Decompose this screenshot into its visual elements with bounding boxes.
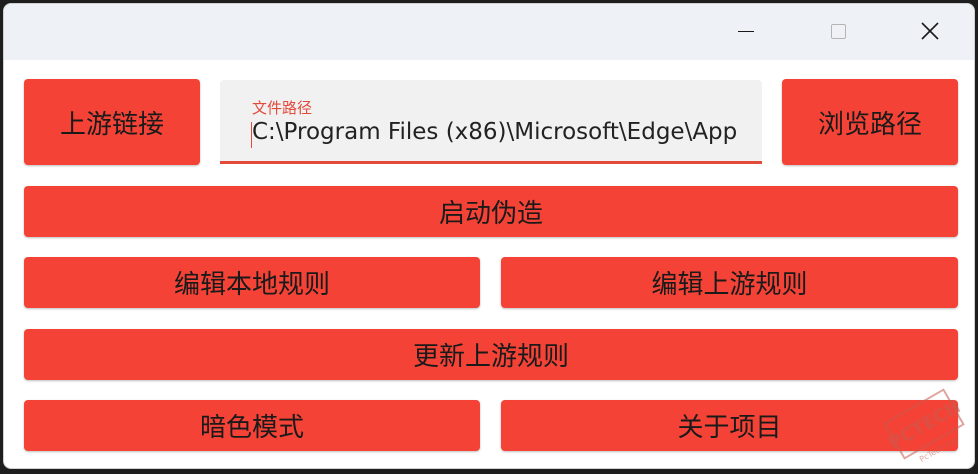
maximize-button[interactable] (815, 12, 861, 50)
file-path-field[interactable]: 文件路径 (220, 80, 762, 164)
text-caret (251, 122, 252, 148)
start-spoof-button[interactable]: 启动伪造 (24, 186, 958, 237)
maximize-icon (830, 23, 846, 39)
minimize-button[interactable] (723, 12, 769, 50)
upstream-link-button[interactable]: 上游链接 (24, 79, 200, 165)
edit-local-rules-button[interactable]: 编辑本地规则 (24, 257, 480, 308)
close-button[interactable] (907, 12, 953, 50)
update-upstream-rules-button[interactable]: 更新上游规则 (24, 329, 958, 380)
edit-upstream-rules-button[interactable]: 编辑上游规则 (501, 257, 958, 308)
title-bar (4, 4, 974, 60)
app-window: 上游链接 文件路径 浏览路径 启动伪造 编辑本地规则 编辑上游规则 更新上游规则… (3, 3, 975, 469)
file-path-label: 文件路径 (252, 99, 313, 117)
browse-path-button[interactable]: 浏览路径 (782, 79, 958, 165)
file-path-input[interactable] (252, 119, 736, 145)
close-icon (921, 22, 939, 40)
watermark-logo-icon: PCTECH PcTech.top (883, 388, 965, 464)
dark-mode-button[interactable]: 暗色模式 (24, 400, 480, 451)
minimize-icon (738, 30, 754, 32)
